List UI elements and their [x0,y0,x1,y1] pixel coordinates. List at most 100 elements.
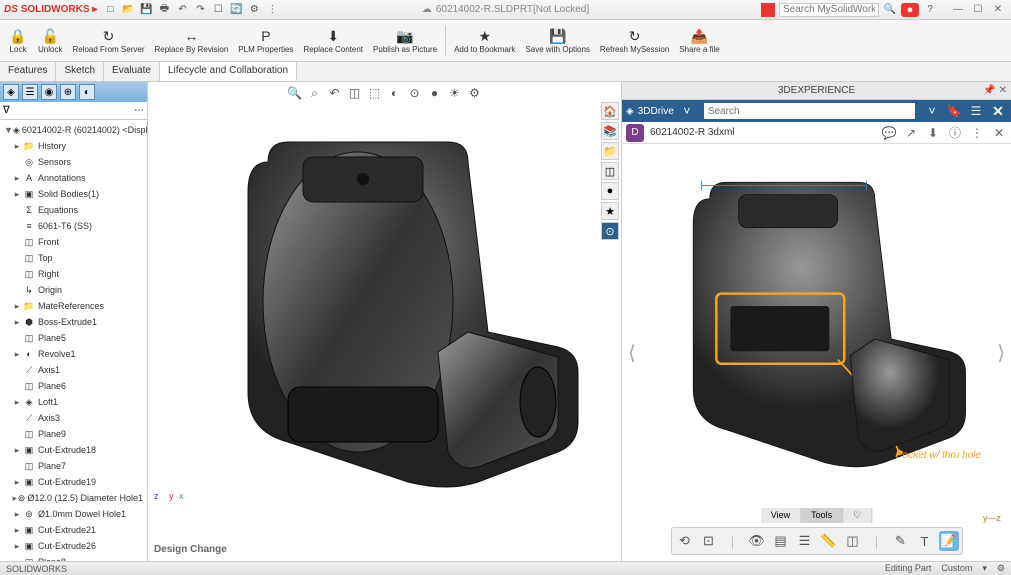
tree-item[interactable]: ▸▣Cut-Extrude18 [2,442,145,458]
download-icon[interactable]: ⬇ [925,125,941,141]
drive-close-button[interactable]: ✕ [989,102,1007,120]
pencil-icon[interactable]: ✎ [891,531,911,551]
measure-icon[interactable]: 📏 [819,531,839,551]
feature-tree[interactable]: ▼ ◈ 60214002-R (60214002) <Display St.. … [0,120,147,561]
ribbon-replace-by-revision[interactable]: ↔Replace By Revision [150,22,232,60]
pane-close-icon[interactable]: ✕ [999,85,1007,96]
tree-item[interactable]: ◫Front [2,234,145,250]
gear-icon[interactable]: ⚙ [247,3,261,17]
tab-features[interactable]: Features [0,62,56,81]
text-icon[interactable]: T [915,531,935,551]
ribbon-plm-properties[interactable]: PPLM Properties [234,22,297,60]
redo-icon[interactable]: ↷ [193,3,207,17]
drive-tag-icon[interactable]: 🔖 [945,102,963,120]
file-close-icon[interactable]: ✕ [991,125,1007,141]
restore-button[interactable]: ☐ [969,3,987,17]
zoom-area-icon[interactable]: ⌕ [307,85,323,101]
tree-item[interactable]: ◎Sensors [2,154,145,170]
ribbon-add-to-bookmark[interactable]: ★Add to Bookmark [450,22,519,60]
expand-icon[interactable]: ▼ [4,125,13,135]
close-button[interactable]: ✕ [989,3,1007,17]
expand-icon[interactable]: ▸ [12,509,22,520]
notifications-icon[interactable]: ● [901,3,919,17]
status-flag-icon[interactable]: ▾ [982,563,987,574]
new-icon[interactable]: □ [103,3,117,17]
tree-root[interactable]: ▼ ◈ 60214002-R (60214002) <Display St.. [2,122,145,138]
view-orient-icon[interactable]: ⬚ [367,85,383,101]
tree-item[interactable]: ▸📁MateReferences [2,298,145,314]
graphics-viewport[interactable]: 🔍 ⌕ ↶ ◫ ⬚ ◐ ⊙ ● ☀ ⚙ 🏠 📚 📁 ◫ ● ★ ⊙ [148,82,621,561]
more-icon[interactable]: ⋮ [969,125,985,141]
hide-show-icon[interactable]: ⊙ [407,85,423,101]
expand-icon[interactable]: ▸ [12,301,22,312]
save-icon[interactable]: 💾 [139,3,153,17]
tree-item[interactable]: ▸◐Revolve1 [2,346,145,362]
expand-icon[interactable]: ▸ [12,445,22,456]
info-icon[interactable]: ⓘ [947,125,963,141]
tree-item[interactable]: ▸▣Cut-Extrude19 [2,474,145,490]
tree-item[interactable]: ▸◈Loft1 [2,394,145,410]
fm-property-tab[interactable]: ☰ [22,84,38,100]
expand-icon[interactable]: ▸ [12,173,22,184]
tab-evaluate[interactable]: Evaluate [104,62,160,81]
model-canvas[interactable]: y x z Design Change [148,82,621,561]
options-icon[interactable]: ⋮ [265,3,279,17]
select-icon[interactable]: ☐ [211,3,225,17]
tree-item[interactable]: ▸AAnnotations [2,170,145,186]
tree-item[interactable]: ≡6061-T6 (SS) [2,218,145,234]
eye-icon[interactable]: 👁 [747,531,767,551]
settings-icon[interactable]: ⚙ [467,85,483,101]
filter-icon[interactable]: ∇ [3,105,10,116]
print-icon[interactable]: 🖶 [157,3,171,17]
fm-display-tab[interactable]: ◐ [79,84,95,100]
tree-item[interactable]: ▸⊚Ø12.0 (12.5) Diameter Hole1 [2,490,145,506]
open-icon[interactable]: 📂 [121,3,135,17]
tree-item[interactable]: ⟋Axis3 [2,410,145,426]
tree-item[interactable]: ◫Plane7 [2,458,145,474]
status-gear-icon[interactable]: ⚙ [997,563,1005,574]
drive-menu-icon[interactable]: ☰ [967,102,985,120]
pin-icon[interactable]: 📌 [983,85,995,96]
preview-tab-view[interactable]: View [761,508,801,523]
tree-item[interactable]: ◫Top [2,250,145,266]
expand-icon[interactable]: ▸ [12,141,22,152]
section-icon[interactable]: ◫ [347,85,363,101]
compass-icon[interactable]: ◈ [626,106,634,117]
tree-icon[interactable]: ☰ [795,531,815,551]
fm-options-icon[interactable]: ⋯ [134,105,144,116]
display-style-icon[interactable]: ◐ [387,85,403,101]
tree-item[interactable]: ▸▣Solid Bodies(1) [2,186,145,202]
ribbon-save-with-options[interactable]: 💾Save with Options [521,22,593,60]
zoom-fit-icon[interactable]: 🔍 [287,85,303,101]
tree-item[interactable]: ⟋Axis1 [2,362,145,378]
preview-canvas[interactable]: ⟨ ⟩ 74.2mm Pocket w/ thru hole ViewTools… [622,144,1011,561]
layers-icon[interactable]: ▤ [771,531,791,551]
fit-icon[interactable]: ⊡ [699,531,719,551]
scene-icon[interactable]: ☀ [447,85,463,101]
search-input[interactable] [779,3,879,17]
search-go-icon[interactable]: 🔍 [883,3,897,17]
ribbon-unlock[interactable]: 🔓Unlock [34,22,66,60]
expand-icon[interactable]: ▸ [12,397,22,408]
expand-icon[interactable]: ▸ [12,189,22,200]
tree-item[interactable]: ◫Plane9 [2,426,145,442]
tab-sketch[interactable]: Sketch [56,62,104,81]
expand-icon[interactable]: ▸ [12,477,22,488]
note-icon[interactable]: 📝 [939,531,959,551]
tree-item[interactable]: ▸▣Cut-Extrude26 [2,538,145,554]
prev-view-icon[interactable]: ↶ [327,85,343,101]
ribbon-lock[interactable]: 🔒Lock [4,22,32,60]
minimize-button[interactable]: — [949,3,967,17]
undo-icon[interactable]: ↶ [175,3,189,17]
view-triad[interactable]: y x z [154,491,184,521]
tree-item[interactable]: ▸▣Cut-Extrude21 [2,522,145,538]
preview-tab-tools[interactable]: Tools [801,508,843,523]
ribbon-share-a-file[interactable]: 📤Share a file [675,22,723,60]
tree-item[interactable]: ▸⬢Boss-Extrude1 [2,314,145,330]
prev-nav-left[interactable]: ⟨ [628,340,636,365]
tree-item[interactable]: ◫Plane5 [2,330,145,346]
fm-config-tab[interactable]: ◉ [41,84,57,100]
expand-icon[interactable]: ▸ [12,349,22,360]
chat-icon[interactable]: 💬 [881,125,897,141]
tree-item[interactable]: ↳Origin [2,282,145,298]
